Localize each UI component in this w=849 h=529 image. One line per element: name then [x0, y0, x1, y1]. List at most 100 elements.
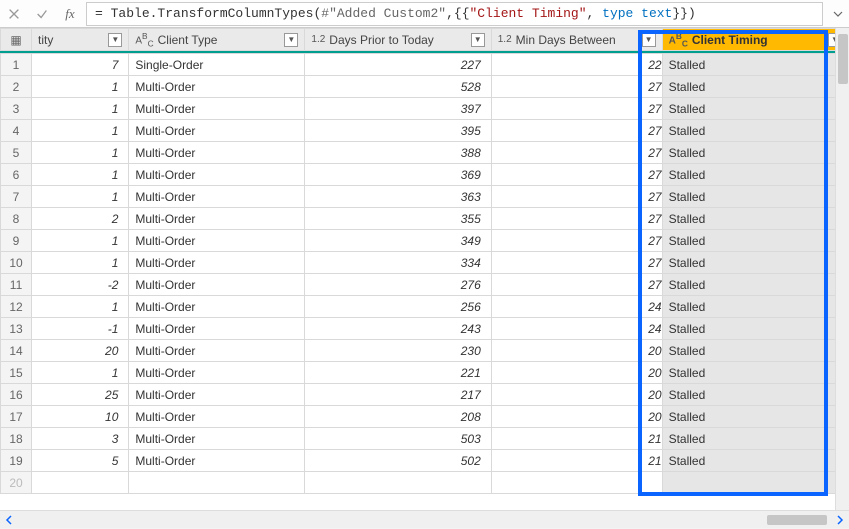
cell-days-prior[interactable]: 369	[305, 164, 491, 186]
table-row[interactable]: 101Multi-Order33427Stalled	[1, 252, 849, 274]
cell-quantity[interactable]: 10	[32, 406, 129, 428]
cell-client-type[interactable]: Multi-Order	[129, 252, 305, 274]
cell-client-type[interactable]: Multi-Order	[129, 274, 305, 296]
cell-client-timing[interactable]: Stalled	[662, 362, 848, 384]
cell-days-prior[interactable]: 355	[305, 208, 491, 230]
cell-client-timing[interactable]: Stalled	[662, 296, 848, 318]
cell-days-prior[interactable]: 276	[305, 274, 491, 296]
table-row[interactable]: 11-2Multi-Order27627Stalled	[1, 274, 849, 296]
cell-client-timing[interactable]: Stalled	[662, 252, 848, 274]
cell-client-type[interactable]: Multi-Order	[129, 164, 305, 186]
cell-min-days[interactable]: 27	[491, 120, 662, 142]
cell-days-prior[interactable]: 221	[305, 362, 491, 384]
cell-client-timing[interactable]: Stalled	[662, 340, 848, 362]
cell-client-timing[interactable]: Stalled	[662, 406, 848, 428]
cell-days-prior[interactable]: 217	[305, 384, 491, 406]
scroll-right-button[interactable]	[831, 511, 849, 529]
table-row[interactable]: 183Multi-Order50321Stalled	[1, 428, 849, 450]
table-row[interactable]: 1420Multi-Order23020Stalled	[1, 340, 849, 362]
cell-min-days[interactable]: 27	[491, 76, 662, 98]
cell-days-prior[interactable]: 334	[305, 252, 491, 274]
cell-client-timing[interactable]: Stalled	[662, 76, 848, 98]
table-row[interactable]: 1625Multi-Order21720Stalled	[1, 384, 849, 406]
cell-min-days[interactable]: 20	[491, 340, 662, 362]
table-row[interactable]: 121Multi-Order25624Stalled	[1, 296, 849, 318]
cell-client-type[interactable]: Multi-Order	[129, 98, 305, 120]
cell-client-timing[interactable]: Stalled	[662, 428, 848, 450]
cell-client-timing[interactable]: Stalled	[662, 384, 848, 406]
table-row[interactable]: 1710Multi-Order20820Stalled	[1, 406, 849, 428]
cell-client-type[interactable]: Multi-Order	[129, 450, 305, 472]
cell-quantity[interactable]: 1	[32, 296, 129, 318]
cell-client-type[interactable]: Multi-Order	[129, 340, 305, 362]
filter-dropdown-icon[interactable]: ▼	[284, 33, 298, 47]
cell-min-days[interactable]: 22	[491, 54, 662, 76]
cell-client-timing[interactable]: Stalled	[662, 450, 848, 472]
cell-quantity[interactable]: 1	[32, 252, 129, 274]
cell-quantity[interactable]: 7	[32, 54, 129, 76]
cell-days-prior[interactable]: 363	[305, 186, 491, 208]
cell-min-days[interactable]: 27	[491, 98, 662, 120]
cell-client-timing[interactable]: Stalled	[662, 120, 848, 142]
filter-dropdown-icon[interactable]: ▼	[108, 33, 122, 47]
cell-client-timing[interactable]: Stalled	[662, 98, 848, 120]
cell-client-timing[interactable]: Stalled	[662, 208, 848, 230]
cell-min-days[interactable]: 21	[491, 450, 662, 472]
cell-days-prior[interactable]: 388	[305, 142, 491, 164]
table-row[interactable]: 71Multi-Order36327Stalled	[1, 186, 849, 208]
cell-min-days[interactable]: 27	[491, 274, 662, 296]
cell-client-type[interactable]: Multi-Order	[129, 428, 305, 450]
cell-client-type[interactable]: Multi-Order	[129, 296, 305, 318]
filter-dropdown-icon[interactable]: ▼	[471, 33, 485, 47]
cell-client-type[interactable]: Multi-Order	[129, 76, 305, 98]
cell-min-days[interactable]: 27	[491, 252, 662, 274]
cell-quantity[interactable]: 5	[32, 450, 129, 472]
col-header-min-days[interactable]: 1.2 Min Days Between ▼	[491, 29, 662, 51]
table-row[interactable]: 13-1Multi-Order24324Stalled	[1, 318, 849, 340]
col-header-client-type[interactable]: ABC Client Type ▼	[129, 29, 305, 51]
cell-client-type[interactable]: Multi-Order	[129, 318, 305, 340]
cancel-formula-button[interactable]	[0, 1, 28, 27]
cell-min-days[interactable]: 24	[491, 318, 662, 340]
table-row[interactable]: 31Multi-Order39727Stalled	[1, 98, 849, 120]
cell-quantity[interactable]: 3	[32, 428, 129, 450]
cell-client-timing[interactable]: Stalled	[662, 230, 848, 252]
cell-client-timing[interactable]: Stalled	[662, 186, 848, 208]
cell-min-days[interactable]: 20	[491, 384, 662, 406]
accept-formula-button[interactable]	[28, 1, 56, 27]
cell-days-prior[interactable]: 502	[305, 450, 491, 472]
cell-client-timing[interactable]: Stalled	[662, 318, 848, 340]
table-row[interactable]: 17Single-Order22722Stalled	[1, 54, 849, 76]
table-row[interactable]: 91Multi-Order34927Stalled	[1, 230, 849, 252]
cell-quantity[interactable]: 25	[32, 384, 129, 406]
cell-min-days[interactable]: 20	[491, 362, 662, 384]
cell-quantity[interactable]: -1	[32, 318, 129, 340]
cell-quantity[interactable]: 1	[32, 120, 129, 142]
table-row[interactable]: 41Multi-Order39527Stalled	[1, 120, 849, 142]
col-header-quantity[interactable]: tity ▼	[32, 29, 129, 51]
cell-client-type[interactable]: Multi-Order	[129, 186, 305, 208]
cell-days-prior[interactable]: 208	[305, 406, 491, 428]
cell-client-type[interactable]: Multi-Order	[129, 208, 305, 230]
col-header-client-timing[interactable]: ABC Client Timing ▼	[662, 29, 848, 51]
cell-quantity[interactable]: 1	[32, 98, 129, 120]
cell-quantity[interactable]: 1	[32, 164, 129, 186]
scrollbar-thumb[interactable]	[838, 34, 848, 84]
scroll-left-button[interactable]	[0, 511, 18, 529]
cell-quantity[interactable]: 1	[32, 142, 129, 164]
scrollbar-thumb[interactable]	[767, 515, 827, 525]
cell-client-type[interactable]: Single-Order	[129, 54, 305, 76]
cell-client-timing[interactable]: Stalled	[662, 274, 848, 296]
cell-days-prior[interactable]: 503	[305, 428, 491, 450]
row-header-corner[interactable]: ▦	[1, 29, 32, 51]
table-row[interactable]: 82Multi-Order35527Stalled	[1, 208, 849, 230]
cell-quantity[interactable]: 1	[32, 76, 129, 98]
table-row[interactable]: 61Multi-Order36927Stalled	[1, 164, 849, 186]
cell-min-days[interactable]: 27	[491, 230, 662, 252]
horizontal-scrollbar[interactable]	[0, 510, 849, 528]
table-row[interactable]: 51Multi-Order38827Stalled	[1, 142, 849, 164]
cell-min-days[interactable]: 21	[491, 428, 662, 450]
cell-client-type[interactable]: Multi-Order	[129, 230, 305, 252]
cell-client-type[interactable]: Multi-Order	[129, 362, 305, 384]
col-header-days-prior[interactable]: 1.2 Days Prior to Today ▼	[305, 29, 491, 51]
